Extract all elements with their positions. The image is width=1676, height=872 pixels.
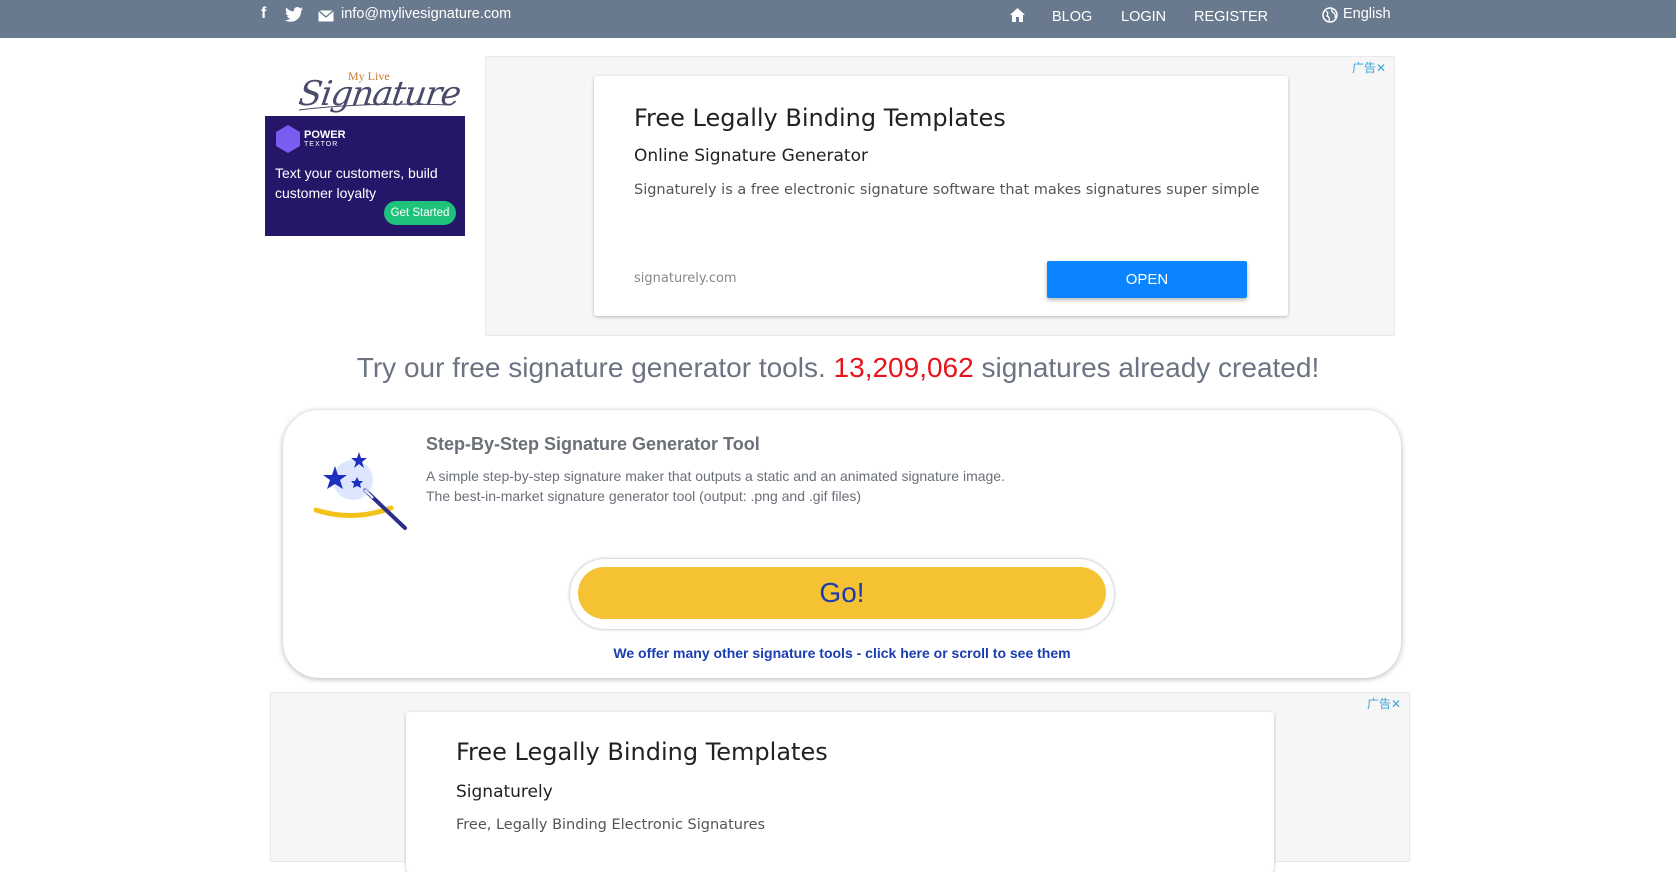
tool-title[interactable]: Step-By-Step Signature Generator Tool xyxy=(426,434,760,455)
bottom-ad-card[interactable]: Free Legally Binding Templates Signature… xyxy=(406,712,1274,872)
go-button[interactable]: Go! xyxy=(578,567,1106,619)
go-button-frame: Go! xyxy=(570,559,1114,629)
globe-icon xyxy=(1322,7,1338,28)
home-icon[interactable] xyxy=(1009,7,1026,28)
brand-sub: TEXTOR xyxy=(304,141,339,148)
ad-text: Text your customers, build customer loya… xyxy=(275,165,438,201)
ad-subtitle: Online Signature Generator xyxy=(634,146,868,166)
ad-close-icon[interactable]: 广告✕ xyxy=(1352,59,1386,76)
top-ad-banner: 广告✕ Free Legally Binding Templates Onlin… xyxy=(485,56,1395,336)
language-selector[interactable]: English xyxy=(1343,6,1391,22)
open-button[interactable]: OPEN xyxy=(1047,261,1247,298)
facebook-icon[interactable]: f xyxy=(261,5,266,23)
magic-wand-icon xyxy=(313,452,407,530)
site-logo[interactable]: My Live Signature xyxy=(295,66,463,116)
power-textor-ad[interactable]: POWER TEXTOR Text your customers, build … xyxy=(265,116,465,236)
headline: Try our free signature generator tools. … xyxy=(0,352,1676,384)
bottom-ad-banner: 广告✕ Free Legally Binding Templates Signa… xyxy=(270,692,1410,872)
ad-description: Free, Legally Binding Electronic Signatu… xyxy=(456,817,766,833)
ad-url[interactable]: signaturely.com xyxy=(634,271,737,286)
email-link[interactable]: info@mylivesignature.com xyxy=(341,6,511,22)
power-textor-brand: POWER TEXTOR xyxy=(304,130,346,150)
twitter-icon[interactable] xyxy=(285,7,303,27)
headline-after: signatures already created! xyxy=(973,352,1320,383)
top-ad-card[interactable]: Free Legally Binding Templates Online Si… xyxy=(594,76,1288,316)
tool-description-line1: A simple step-by-step signature maker th… xyxy=(426,468,1005,484)
power-textor-logo-icon xyxy=(276,125,300,153)
nav-blog[interactable]: BLOG xyxy=(1052,9,1092,25)
step-by-step-tool-card: Step-By-Step Signature Generator Tool A … xyxy=(283,410,1401,678)
nav-register[interactable]: REGISTER xyxy=(1194,9,1268,25)
ad-close-icon[interactable]: 广告✕ xyxy=(1367,695,1401,712)
signature-count: 13,209,062 xyxy=(833,352,974,383)
ad-title: Free Legally Binding Templates xyxy=(634,104,1006,132)
nav-login[interactable]: LOGIN xyxy=(1121,9,1166,25)
headline-before: Try our free signature generator tools. xyxy=(356,352,834,383)
tool-description-line2: The best-in-market signature generator t… xyxy=(426,488,862,504)
ad-title: Free Legally Binding Templates xyxy=(456,738,828,766)
ad-description: Signaturely is a free electronic signatu… xyxy=(634,182,1260,198)
top-bar: f info@mylivesignature.com BLOG LOGIN RE… xyxy=(0,0,1676,38)
email-icon xyxy=(318,9,334,27)
get-started-button[interactable]: Get Started xyxy=(384,201,456,225)
ad-subtitle: Signaturely xyxy=(456,782,553,802)
tool-description: A simple step-by-step signature maker th… xyxy=(426,466,1005,506)
logo-swoosh xyxy=(298,103,452,111)
more-tools-link[interactable]: We offer many other signature tools - cl… xyxy=(283,645,1401,661)
